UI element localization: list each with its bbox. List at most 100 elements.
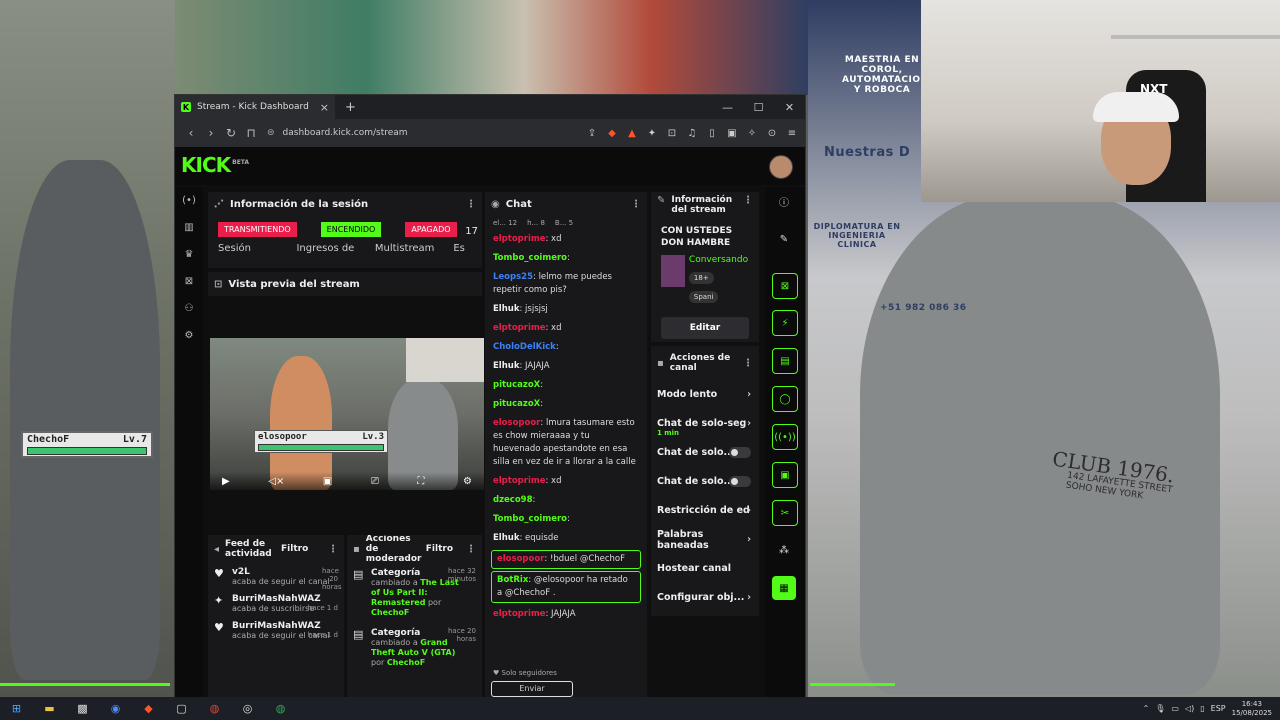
brave-rewards-icon[interactable]: ▲ [625,128,639,139]
windows-start-icon[interactable]: ⊞ [0,702,33,715]
edit-stream-button[interactable]: Editar [661,317,749,339]
minimize-icon[interactable]: — [712,95,743,119]
analytics-icon[interactable]: ▥ [175,214,203,241]
sidebar-icon[interactable]: ▯ [705,128,719,139]
action-slow-mode[interactable]: Modo lento › [651,380,759,409]
kick-logo[interactable]: KICK BETA [181,153,249,177]
volume-icon[interactable]: ◁) [1185,704,1194,713]
dashboard-grid-icon[interactable]: ▦ [772,576,796,600]
action-banned-words[interactable]: Palabras baneadas › [651,525,759,554]
stream-preview-video[interactable]: elosopoor Lv.3 ▶ ◁× ▣ ⎚ ⛶ ⚙ [210,338,484,490]
document-icon[interactable]: ▤ [772,348,798,374]
action-followers-only[interactable]: Chat de solo-seg 1 min › [651,409,759,438]
stream-info-menu-icon[interactable]: ⋮ [743,195,753,206]
chat-username[interactable]: Elhuk [493,361,519,371]
chat-username[interactable]: Elhuk [493,304,519,314]
forward-icon[interactable]: › [201,126,221,140]
pip-icon[interactable]: ▣ [323,476,332,487]
action-host-channel[interactable]: Hostear canal [651,554,759,583]
top-user[interactable]: h... 8 [527,219,545,227]
chat-username[interactable]: elptoprime [493,476,545,486]
maximize-icon[interactable]: ☐ [743,95,774,119]
action-configure-goal[interactable]: Configurar obj... › [651,583,759,612]
fullscreen-icon[interactable]: ⛶ [417,476,424,487]
tray-expand-icon[interactable]: ⌃ [1143,704,1150,713]
network-icon[interactable]: ▭ [1171,704,1179,713]
screenshot-icon[interactable]: ⊡ [665,128,679,139]
extensions-icon[interactable]: ✦ [645,128,659,139]
bookmark-icon[interactable]: ⊓ [241,126,261,140]
clock[interactable]: 16:43 15/08/2025 [1232,700,1272,718]
back-icon[interactable]: ‹ [181,126,201,140]
chat-username[interactable]: pitucazoX [493,399,540,409]
mod-action-by[interactable]: ChechoF [371,608,409,617]
brave-taskbar-icon[interactable]: ◆ [132,702,165,715]
mic-icon[interactable]: 🎙 [1155,704,1165,713]
chat-username[interactable]: Elhuk [493,533,519,543]
url-field[interactable]: ⊜ dashboard.kick.com/stream [267,128,585,138]
top-user[interactable]: el... 12 [493,219,517,227]
media-icon[interactable]: ♫ [685,128,699,139]
site-info-icon[interactable]: ⊜ [267,128,275,138]
feed-item-name[interactable]: BurriMasNahWAZ [232,594,321,604]
settings-icon[interactable]: ⚙ [175,322,203,349]
file-explorer-icon[interactable]: ▬ [33,702,66,715]
wrench-icon[interactable]: ✂ [772,500,798,526]
wallet-icon[interactable]: ▣ [725,128,739,139]
obs-icon[interactable]: ◎ [231,702,264,715]
layers-icon[interactable]: ▣ [772,462,798,488]
user-avatar[interactable] [769,155,793,179]
mute-icon[interactable]: ◁× [268,476,284,487]
brave-shield-icon[interactable]: ◆ [605,128,619,139]
chrome-icon[interactable]: ◍ [198,702,231,715]
action-emotes-only[interactable]: Chat de solo... [651,467,759,496]
trophy-icon[interactable]: ♛ [175,241,203,268]
edit-icon[interactable]: ✎ [772,227,796,251]
browser-tab-kick[interactable]: K Stream - Kick Dashboard × [175,95,335,119]
chat-username[interactable]: elosopoor [497,554,544,564]
chat-username[interactable]: elptoprime [493,323,545,333]
mod-shield-icon[interactable]: ⊠ [772,273,798,299]
chat-username[interactable]: Tombo_coimero [493,253,567,263]
store-icon[interactable]: ▩ [66,702,99,715]
leo-ai-icon[interactable]: ✧ [745,128,759,139]
moderation-icon[interactable]: ⊠ [175,268,203,295]
action-edit-restriction[interactable]: Restricción de ed › [651,496,759,525]
lightning-icon[interactable]: ⚡ [772,310,798,336]
chat-username[interactable]: CholoDelKick [493,342,556,352]
feed-item-name[interactable]: v2L [232,567,330,577]
channel-actions-menu-icon[interactable]: ⋮ [743,358,753,369]
chrome-alt-icon[interactable]: ◍ [264,702,297,715]
mod-action-by[interactable]: ChechoF [387,658,425,667]
mod-menu-icon[interactable]: ⋮ [466,544,476,555]
close-tab-icon[interactable]: × [320,101,329,114]
action-subs-only[interactable]: Chat de solo... [651,438,759,467]
session-menu-icon[interactable]: ⋮ [466,199,476,210]
chat-username[interactable]: elptoprime [493,609,545,619]
preview-settings-icon[interactable]: ⚙ [463,476,472,487]
toggle-switch[interactable] [729,447,751,458]
stream-icon[interactable]: (•) [175,187,203,214]
chat-menu-icon[interactable]: ⋮ [631,199,641,210]
chat-username[interactable]: dzeco98 [493,495,533,505]
menu-icon[interactable]: ≡ [785,128,799,139]
reload-icon[interactable]: ↻ [221,126,241,140]
vpn-icon[interactable]: ⊙ [765,128,779,139]
community-icon[interactable]: ⚇ [175,295,203,322]
language-indicator[interactable]: ESP [1211,704,1226,713]
category-name[interactable]: Conversando [689,255,749,265]
chat-username[interactable]: BotRix [497,575,528,585]
toggle-switch[interactable] [729,476,751,487]
clip-icon[interactable]: ⎚ [371,476,379,487]
app-icon[interactable]: ▢ [165,702,198,715]
nodes-icon[interactable]: ⁂ [772,538,796,562]
feed-menu-icon[interactable]: ⋮ [328,544,338,555]
close-window-icon[interactable]: ✕ [774,95,805,119]
share-icon[interactable]: ⇪ [585,128,599,139]
send-button[interactable]: Enviar [491,681,573,697]
chat-username[interactable]: pitucazoX [493,380,540,390]
battery-icon[interactable]: ▯ [1200,704,1204,713]
mod-filter[interactable]: Filtro [426,544,453,554]
broadcast-icon[interactable]: ((•)) [772,424,798,450]
chrome-profile-icon[interactable]: ◉ [99,702,132,715]
